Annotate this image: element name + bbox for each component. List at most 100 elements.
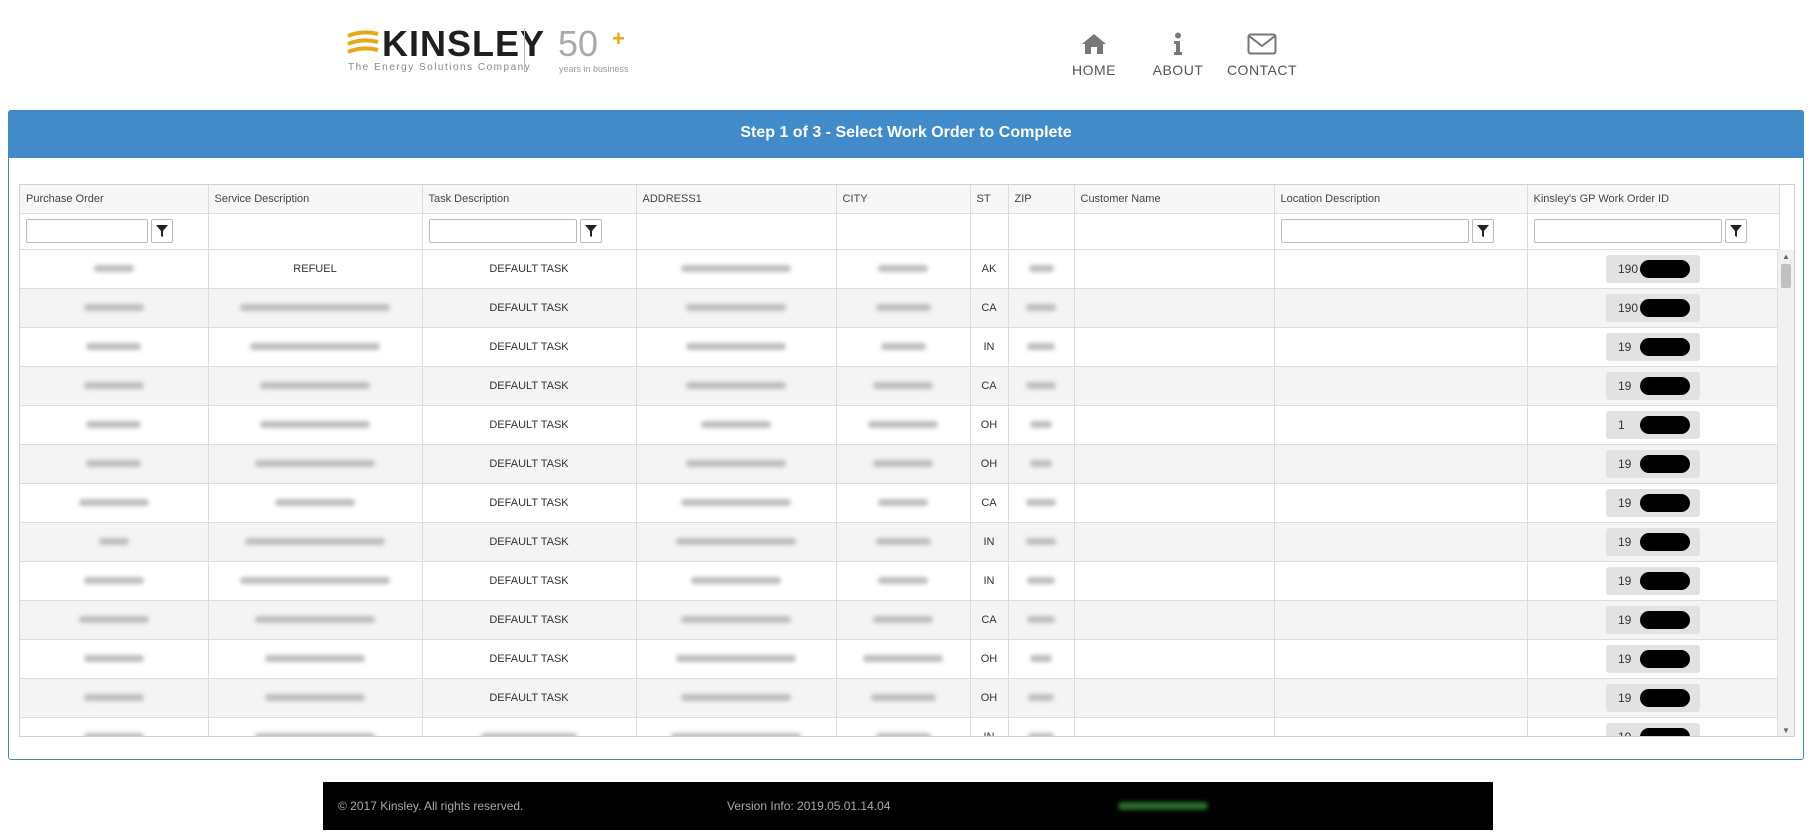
city-cell — [836, 444, 971, 484]
table-row[interactable]: DEFAULT TASK IN 19 — [20, 327, 1780, 367]
table-row[interactable]: DEFAULT TASK CA 19 — [20, 600, 1780, 640]
filter-cell-work-order-id — [1527, 213, 1780, 250]
location-description-filter-input[interactable] — [1280, 219, 1469, 243]
location-description-filter-button[interactable] — [1471, 219, 1494, 243]
purchase-order-filter-input[interactable] — [26, 219, 148, 243]
table-row[interactable]: DEFAULT TASK OH 19 — [20, 444, 1780, 484]
table-row[interactable]: DEFAULT TASK OH 19 — [20, 639, 1780, 679]
address1-cell — [636, 327, 837, 367]
col-header-work-order-id[interactable]: Kinsley's GP Work Order ID — [1527, 185, 1780, 214]
table-row[interactable]: DEFAULT TASK CA 190 — [20, 288, 1780, 328]
st-cell: IN — [970, 717, 1009, 736]
filter-icon — [156, 225, 168, 237]
work-order-id-chip[interactable]: 190 — [1606, 293, 1700, 322]
work-order-id-chip[interactable]: 19 — [1606, 488, 1700, 517]
service-description-cell — [208, 678, 423, 718]
redaction-mark — [1640, 376, 1690, 395]
scroll-up-arrow-icon[interactable]: ▲ — [1782, 252, 1790, 261]
nav-about[interactable]: ABOUT — [1136, 30, 1220, 78]
city-cell — [836, 561, 971, 601]
work-order-id-chip[interactable]: 19 — [1606, 683, 1700, 712]
anniversary-plus: + — [612, 26, 625, 51]
location-description-cell — [1274, 444, 1528, 484]
col-header-customer-name[interactable]: Customer Name — [1074, 185, 1275, 214]
work-order-panel: Step 1 of 3 - Select Work Order to Compl… — [8, 110, 1804, 760]
purchase-order-cell — [20, 600, 209, 640]
purchase-order-cell — [20, 522, 209, 562]
location-description-cell — [1274, 639, 1528, 679]
table-row[interactable]: DEFAULT TASK IN 19 — [20, 522, 1780, 562]
table-row[interactable]: REFUEL DEFAULT TASK AK 190 — [20, 249, 1780, 289]
scroll-down-arrow-icon[interactable]: ▼ — [1782, 726, 1790, 735]
work-order-id-filter-button[interactable] — [1724, 219, 1747, 243]
task-description-cell: DEFAULT TASK — [422, 522, 637, 562]
col-header-task-description[interactable]: Task Description — [422, 185, 637, 214]
customer-name-cell — [1074, 366, 1275, 406]
table-row[interactable]: DEFAULT TASK OH 19 — [20, 678, 1780, 718]
work-order-id-chip[interactable]: 19 — [1606, 449, 1700, 478]
col-header-st[interactable]: ST — [970, 185, 1009, 214]
work-order-id-chip[interactable]: 19 — [1606, 566, 1700, 595]
work-order-id-chip[interactable]: 19 — [1606, 332, 1700, 361]
service-description-cell — [208, 639, 423, 679]
work-order-id-chip[interactable]: 19 — [1606, 644, 1700, 673]
table-body: REFUEL DEFAULT TASK AK 190 DEFAULT TASK CA 190… — [20, 249, 1780, 736]
task-description-cell: DEFAULT TASK — [422, 288, 637, 328]
customer-name-cell — [1074, 288, 1275, 328]
col-header-service-description[interactable]: Service Description — [208, 185, 423, 214]
filter-cell-location-description — [1274, 213, 1528, 250]
service-description-cell — [208, 444, 423, 484]
st-cell: CA — [970, 600, 1009, 640]
work-order-id-chip[interactable]: 19 — [1606, 371, 1700, 400]
table-row[interactable]: DEFAULT TASK CA 19 — [20, 366, 1780, 406]
work-order-id-chip[interactable]: 1 — [1606, 410, 1700, 439]
scroll-thumb[interactable] — [1781, 264, 1791, 288]
purchase-order-cell — [20, 444, 209, 484]
work-order-id-chip[interactable]: 19 — [1606, 722, 1700, 736]
purchase-order-cell — [20, 561, 209, 601]
table-row[interactable]: IN 19 — [20, 717, 1780, 736]
table-scrollbar[interactable]: ▲ ▼ — [1777, 250, 1794, 736]
table-row[interactable]: DEFAULT TASK OH 1 — [20, 405, 1780, 445]
work-order-id-cell: 19 — [1527, 717, 1780, 736]
nav-contact-label: CONTACT — [1226, 62, 1298, 78]
work-order-table: Purchase Order Service Description Task … — [20, 185, 1780, 736]
col-header-city[interactable]: CITY — [836, 185, 971, 214]
task-description-cell: DEFAULT TASK — [422, 600, 637, 640]
st-cell: AK — [970, 249, 1009, 289]
nav-contact[interactable]: CONTACT — [1220, 30, 1304, 78]
work-order-id-chip[interactable]: 190 — [1606, 254, 1700, 283]
task-description-filter-button[interactable] — [579, 219, 602, 243]
work-order-id-cell: 19 — [1527, 561, 1780, 601]
col-header-purchase-order[interactable]: Purchase Order — [20, 185, 209, 214]
filter-cell-task-description — [422, 213, 637, 250]
service-description-cell — [208, 288, 423, 328]
customer-name-cell — [1074, 405, 1275, 445]
task-description-filter-input[interactable] — [428, 219, 577, 243]
address1-cell — [636, 561, 837, 601]
work-order-id-chip[interactable]: 19 — [1606, 527, 1700, 556]
filter-icon — [1729, 225, 1742, 237]
logo-divider — [524, 28, 525, 72]
table-row[interactable]: DEFAULT TASK IN 19 — [20, 561, 1780, 601]
purchase-order-cell — [20, 483, 209, 523]
purchase-order-filter-button[interactable] — [151, 219, 173, 243]
zip-cell — [1008, 405, 1075, 445]
col-header-address1[interactable]: ADDRESS1 — [636, 185, 837, 214]
address1-cell — [636, 444, 837, 484]
customer-name-cell — [1074, 483, 1275, 523]
service-description-cell — [208, 483, 423, 523]
work-order-id-chip[interactable]: 19 — [1606, 605, 1700, 634]
task-description-cell: DEFAULT TASK — [422, 678, 637, 718]
work-order-id-cell: 19 — [1527, 522, 1780, 562]
purchase-order-cell — [20, 366, 209, 406]
col-header-location-description[interactable]: Location Description — [1274, 185, 1528, 214]
kinsley-logo[interactable]: KINSLEY The Energy Solutions Company 50 … — [346, 24, 636, 80]
st-cell: OH — [970, 444, 1009, 484]
table-row[interactable]: DEFAULT TASK CA 19 — [20, 483, 1780, 523]
nav-home[interactable]: HOME — [1052, 30, 1136, 78]
work-order-id-filter-input[interactable] — [1533, 219, 1722, 243]
zip-cell — [1008, 483, 1075, 523]
col-header-zip[interactable]: ZIP — [1008, 185, 1075, 214]
header-row: Purchase Order Service Description Task … — [20, 185, 1780, 214]
